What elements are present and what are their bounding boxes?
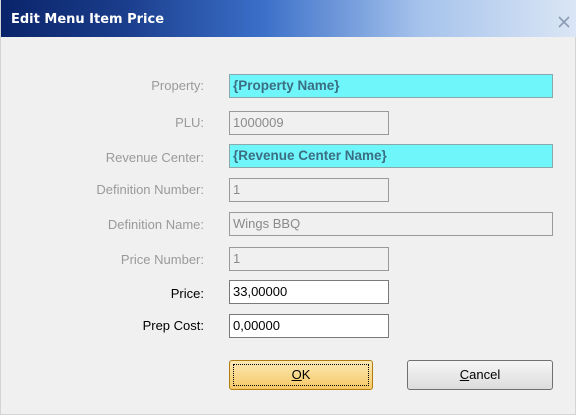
- price-label: Price:: [170, 286, 204, 301]
- definition-name-label: Definition Name:: [107, 217, 204, 232]
- definition-number-label: Definition Number:: [96, 182, 204, 197]
- property-label: Property:: [151, 78, 204, 93]
- property-field: {Property Name}: [229, 74, 553, 98]
- price-number-field: 1: [229, 247, 389, 271]
- ok-button[interactable]: OK: [229, 360, 373, 390]
- definition-number-field: 1: [229, 178, 389, 202]
- plu-field: 1000009: [229, 111, 389, 135]
- title-bar[interactable]: Edit Menu Item Price: [1, 0, 576, 37]
- price-input[interactable]: 33,00000: [229, 280, 389, 304]
- revenue-center-field: {Revenue Center Name}: [229, 144, 553, 168]
- prep-cost-label: Prep Cost:: [142, 318, 204, 333]
- price-number-label: Price Number:: [120, 252, 204, 267]
- edit-menu-item-price-dialog: Edit Menu Item Price Property: {Property…: [0, 0, 576, 415]
- prep-cost-input[interactable]: 0,00000: [229, 314, 389, 338]
- window-title: Edit Menu Item Price: [11, 12, 165, 27]
- ok-button-label: OK: [291, 367, 311, 382]
- definition-name-field: Wings BBQ: [229, 212, 553, 236]
- revenue-center-label: Revenue Center:: [105, 150, 204, 165]
- close-icon[interactable]: [557, 15, 571, 29]
- plu-label: PLU:: [175, 115, 204, 130]
- cancel-button[interactable]: Cancel: [407, 360, 553, 390]
- cancel-button-label: Cancel: [459, 367, 501, 382]
